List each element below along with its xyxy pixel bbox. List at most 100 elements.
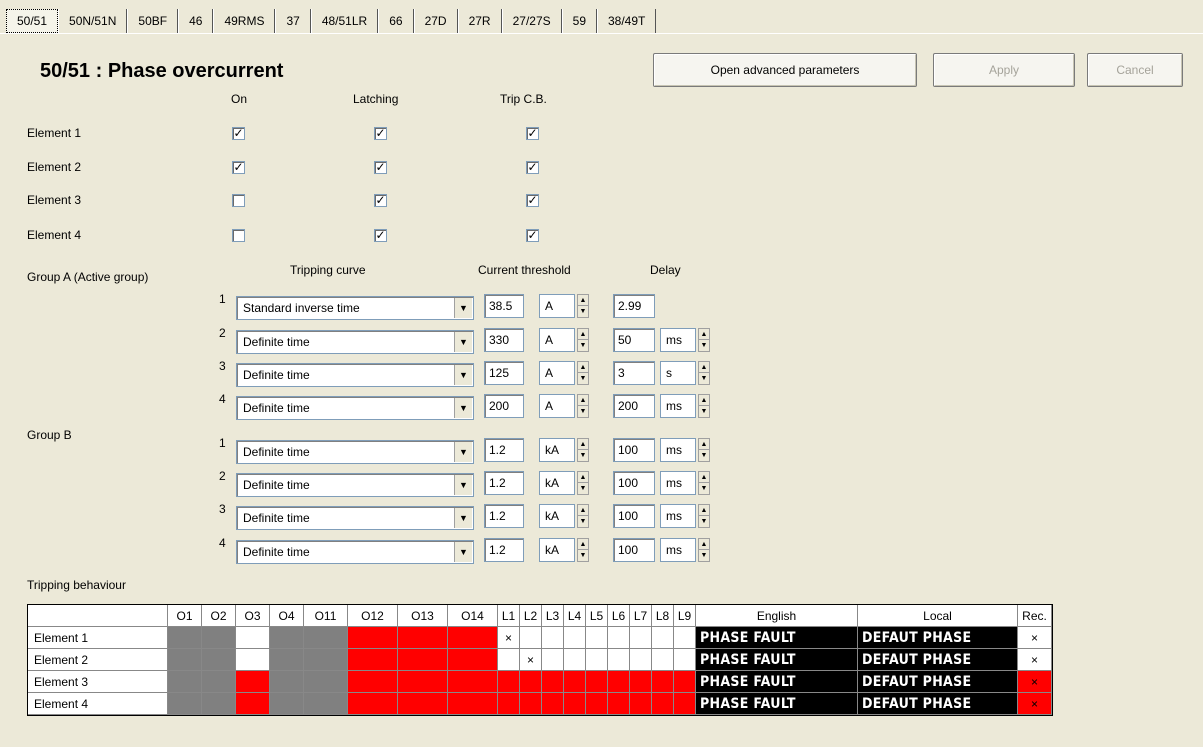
open-advanced-parameters-button[interactable]: Open advanced parameters	[653, 53, 917, 87]
tab-50-51[interactable]: 50/51	[6, 9, 59, 33]
tripping-cell-l4[interactable]	[564, 627, 586, 649]
tab-49rms[interactable]: 49RMS	[213, 9, 276, 33]
group-a-4-threshold-unit[interactable]: A	[539, 394, 575, 418]
tab-27r[interactable]: 27R	[457, 9, 502, 33]
spin-down-icon[interactable]: ▼	[578, 340, 588, 351]
tripping-cell-l2[interactable]	[520, 693, 542, 715]
group-a-3-delay-input[interactable]: 3	[613, 361, 655, 385]
element-2-trip-checkbox[interactable]: ✓	[526, 161, 539, 174]
tripping-cell-o4[interactable]	[270, 649, 304, 671]
tripping-cell-l5[interactable]	[586, 627, 608, 649]
element-3-trip-checkbox[interactable]: ✓	[526, 194, 539, 207]
spin-down-icon[interactable]: ▼	[699, 516, 709, 527]
element-1-trip-checkbox[interactable]: ✓	[526, 127, 539, 140]
record-toggle-cell[interactable]: ×	[1018, 627, 1052, 649]
tripping-cell-l3[interactable]	[542, 671, 564, 693]
tab-37[interactable]: 37	[275, 9, 311, 33]
chevron-down-icon[interactable]: ▼	[454, 365, 472, 385]
group-a-3-threshold-unit[interactable]: A	[539, 361, 575, 385]
tripping-cell-l9[interactable]	[674, 671, 696, 693]
tripping-cell-l8[interactable]	[652, 693, 674, 715]
group-b-2-curve-select[interactable]: Definite time ▼	[236, 473, 474, 497]
tripping-cell-o12[interactable]	[348, 693, 398, 715]
spin-up-icon[interactable]: ▲	[578, 505, 588, 516]
group-b-1-delay-input[interactable]: 100	[613, 438, 655, 462]
group-a-3-threshold-unit-spinner[interactable]: ▲ ▼	[577, 361, 589, 385]
element-4-trip-checkbox[interactable]: ✓	[526, 229, 539, 242]
spin-down-icon[interactable]: ▼	[578, 373, 588, 384]
english-message-cell[interactable]: PHASE FAULT	[696, 671, 858, 693]
tripping-cell-l2[interactable]: ×	[520, 649, 542, 671]
group-a-2-threshold-input[interactable]: 330	[484, 328, 524, 352]
tripping-cell-o3[interactable]	[236, 649, 270, 671]
tripping-cell-l9[interactable]	[674, 693, 696, 715]
spin-down-icon[interactable]: ▼	[699, 340, 709, 351]
tripping-cell-l6[interactable]	[608, 671, 630, 693]
tripping-cell-l7[interactable]	[630, 693, 652, 715]
group-a-3-threshold-input[interactable]: 125	[484, 361, 524, 385]
group-a-3-curve-select[interactable]: Definite time ▼	[236, 363, 474, 387]
spin-down-icon[interactable]: ▼	[699, 406, 709, 417]
tripping-cell-o4[interactable]	[270, 627, 304, 649]
spin-up-icon[interactable]: ▲	[699, 329, 709, 340]
group-b-3-threshold-input[interactable]: 1.2	[484, 504, 524, 528]
spin-up-icon[interactable]: ▲	[578, 395, 588, 406]
spin-up-icon[interactable]: ▲	[699, 439, 709, 450]
tripping-cell-l4[interactable]	[564, 693, 586, 715]
element-1-latching-checkbox[interactable]: ✓	[374, 127, 387, 140]
group-b-2-threshold-unit-spinner[interactable]: ▲ ▼	[577, 471, 589, 495]
element-4-on-checkbox[interactable]	[232, 229, 245, 242]
spin-up-icon[interactable]: ▲	[699, 472, 709, 483]
tripping-cell-o3[interactable]	[236, 627, 270, 649]
group-b-3-curve-select[interactable]: Definite time ▼	[236, 506, 474, 530]
tripping-cell-l8[interactable]	[652, 627, 674, 649]
tripping-cell-o3[interactable]	[236, 671, 270, 693]
group-b-4-curve-select[interactable]: Definite time ▼	[236, 540, 474, 564]
group-a-2-threshold-unit-spinner[interactable]: ▲ ▼	[577, 328, 589, 352]
group-a-4-delay-unit[interactable]: ms	[660, 394, 696, 418]
group-b-3-delay-input[interactable]: 100	[613, 504, 655, 528]
local-message-cell[interactable]: DEFAUT PHASE	[858, 671, 1018, 693]
spin-down-icon[interactable]: ▼	[578, 450, 588, 461]
english-message-cell[interactable]: PHASE FAULT	[696, 649, 858, 671]
apply-button[interactable]: Apply	[933, 53, 1075, 87]
spin-up-icon[interactable]: ▲	[699, 395, 709, 406]
element-4-latching-checkbox[interactable]: ✓	[374, 229, 387, 242]
tripping-cell-l1[interactable]	[498, 693, 520, 715]
tripping-cell-o1[interactable]	[168, 627, 202, 649]
tripping-cell-l6[interactable]	[608, 693, 630, 715]
tripping-cell-l4[interactable]	[564, 671, 586, 693]
spin-down-icon[interactable]: ▼	[578, 550, 588, 561]
group-a-1-threshold-input[interactable]: 38.5	[484, 294, 524, 318]
chevron-down-icon[interactable]: ▼	[454, 332, 472, 352]
local-message-cell[interactable]: DEFAUT PHASE	[858, 693, 1018, 715]
group-b-1-threshold-unit[interactable]: kA	[539, 438, 575, 462]
spin-up-icon[interactable]: ▲	[578, 362, 588, 373]
group-b-3-delay-unit[interactable]: ms	[660, 504, 696, 528]
group-a-1-threshold-unit-spinner[interactable]: ▲ ▼	[577, 294, 589, 318]
group-b-4-threshold-input[interactable]: 1.2	[484, 538, 524, 562]
element-3-latching-checkbox[interactable]: ✓	[374, 194, 387, 207]
tripping-cell-o1[interactable]	[168, 671, 202, 693]
group-b-2-delay-input[interactable]: 100	[613, 471, 655, 495]
group-b-4-delay-unit-spinner[interactable]: ▲ ▼	[698, 538, 710, 562]
tripping-cell-l6[interactable]	[608, 649, 630, 671]
group-b-4-threshold-unit[interactable]: kA	[539, 538, 575, 562]
spin-down-icon[interactable]: ▼	[699, 483, 709, 494]
spin-down-icon[interactable]: ▼	[578, 306, 588, 317]
chevron-down-icon[interactable]: ▼	[454, 442, 472, 462]
group-b-3-threshold-unit-spinner[interactable]: ▲ ▼	[577, 504, 589, 528]
tripping-cell-o11[interactable]	[304, 627, 348, 649]
tab-59[interactable]: 59	[561, 9, 597, 33]
tripping-cell-o1[interactable]	[168, 693, 202, 715]
group-b-1-threshold-unit-spinner[interactable]: ▲ ▼	[577, 438, 589, 462]
group-a-1-curve-select[interactable]: Standard inverse time ▼	[236, 296, 474, 320]
spin-down-icon[interactable]: ▼	[578, 483, 588, 494]
group-b-3-threshold-unit[interactable]: kA	[539, 504, 575, 528]
tripping-cell-o11[interactable]	[304, 693, 348, 715]
tripping-cell-o1[interactable]	[168, 649, 202, 671]
record-toggle-cell[interactable]: ×	[1018, 693, 1052, 715]
chevron-down-icon[interactable]: ▼	[454, 542, 472, 562]
group-a-4-delay-input[interactable]: 200	[613, 394, 655, 418]
tab-27-27s[interactable]: 27/27S	[501, 9, 562, 33]
